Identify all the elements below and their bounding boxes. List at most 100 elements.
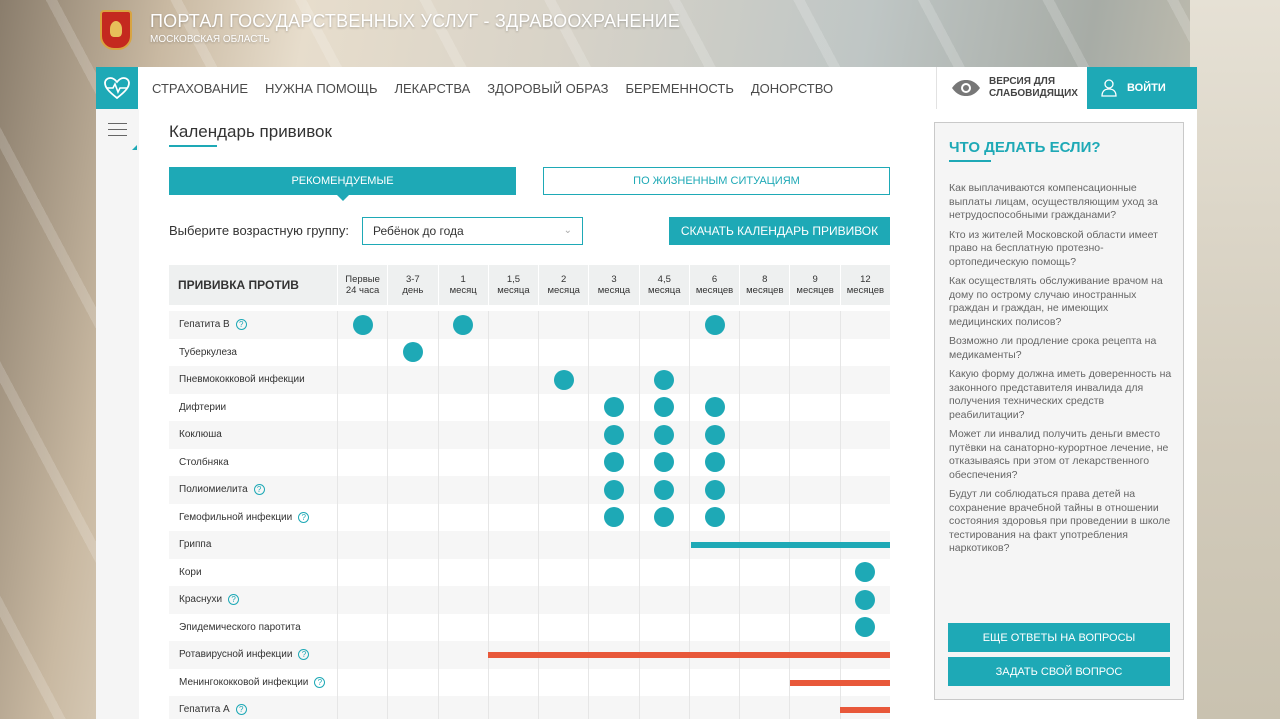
vaccination-dot[interactable] [453,314,474,335]
schedule-cell [789,366,839,394]
help-icon[interactable]: ? [235,704,247,716]
heart-logo-icon[interactable] [96,67,138,109]
main-content: Календарь прививок РЕКОМЕНДУЕМЫЕ ПО ЖИЗН… [139,109,920,719]
schedule-cell [638,558,689,586]
vaccination-dot[interactable] [553,369,574,390]
vaccination-dot[interactable] [704,507,725,528]
vaccine-name: Эпидемического паротита [179,621,301,633]
download-calendar-button[interactable]: СКАЧАТЬ КАЛЕНДАРЬ ПРИВИВОК [669,217,890,245]
vaccine-name: Менингококковой инфекции? [169,669,337,697]
vaccination-dot[interactable] [603,424,624,445]
schedule-cell [638,311,689,339]
vaccination-dot[interactable] [855,562,876,583]
vaccination-dot[interactable] [654,424,675,445]
vaccination-dot[interactable] [704,424,725,445]
schedule-cell [437,641,488,669]
vaccination-dot[interactable] [654,452,675,473]
nav-link-0[interactable]: СТРАХОВАНИЕ [152,81,248,96]
vaccination-dot[interactable] [603,397,624,418]
schedule-cell [336,613,387,641]
vaccination-dot[interactable] [654,479,675,500]
schedule-cell [588,696,638,719]
question-link[interactable]: Будут ли соблюдаться права детей на сохр… [949,488,1174,556]
vaccine-name: Гриппа [179,539,212,551]
vaccination-dot[interactable] [704,314,725,335]
table-row: Гепатита В? [169,311,890,339]
nav-link-4[interactable]: БЕРЕМЕННОСТЬ [626,81,734,96]
help-icon[interactable]: ? [228,594,240,606]
age-column-header: 12 месяцев [839,265,890,305]
schedule-cell [688,613,739,641]
brand-header[interactable]: ПОРТАЛ ГОСУДАРСТВЕННЫХ УСЛУГ - ЗДРАВООХР… [100,10,680,50]
schedule-cell [638,613,689,641]
schedule-cell [487,393,538,421]
hamburger-menu-icon[interactable] [108,123,127,141]
vaccination-dot[interactable] [855,617,876,638]
vaccination-period-bar[interactable] [789,679,891,686]
schedule-cell [839,421,890,449]
question-link[interactable]: Может ли инвалид получить деньги вместо … [949,428,1174,482]
schedule-cell [588,421,638,449]
question-link[interactable]: Возможно ли продление срока рецепта на м… [949,335,1174,362]
nav-link-3[interactable]: ЗДОРОВЫЙ ОБРАЗ [487,81,608,96]
question-link[interactable]: Какую форму должна иметь доверенность на… [949,368,1174,422]
schedule-cell [538,531,588,559]
schedule-cell [538,613,588,641]
eye-icon [952,80,980,96]
vaccination-dot[interactable] [603,507,624,528]
nav-link-5[interactable]: ДОНОРСТВО [751,81,833,96]
question-link[interactable]: Кто из жителей Московской области имеет … [949,229,1174,270]
vaccination-period-bar[interactable] [691,542,891,548]
table-row: Туберкулеза [169,338,890,366]
vaccination-dot[interactable] [704,397,725,418]
vaccination-dot[interactable] [855,589,876,610]
table-row: Полиомиелита? [169,476,890,504]
schedule-cell [387,696,437,719]
schedule-cell [688,366,739,394]
vaccination-table: ПРИВИВКА ПРОТИВ Первые 24 часа 3-7 день 1 мес… [169,265,891,719]
question-link[interactable]: Как выплачиваются компенсационные выплат… [949,182,1174,223]
login-button[interactable]: ВОЙТИ [1087,67,1197,109]
tab-life-situations[interactable]: ПО ЖИЗНЕННЫМ СИТУАЦИЯМ [543,167,890,195]
age-column-header: 1,5 месяца [487,265,538,305]
nav-link-1[interactable]: НУЖНА ПОМОЩЬ [265,81,377,96]
vaccination-dot[interactable] [654,397,675,418]
help-icon[interactable]: ? [253,484,265,496]
schedule-cell [789,311,839,339]
help-icon[interactable]: ? [298,511,310,523]
schedule-cell [487,613,538,641]
vaccination-dot[interactable] [402,342,423,363]
age-group-select[interactable]: Ребёнок до года ⌄ [362,217,583,245]
age-column-header: 9 месяцев [789,265,839,305]
vaccination-dot[interactable] [603,479,624,500]
question-link[interactable]: Как осуществлять обслуживание врачом на … [949,275,1174,329]
ask-question-button[interactable]: ЗАДАТЬ СВОЙ ВОПРОС [948,657,1170,686]
schedule-cell [437,393,488,421]
nav-link-2[interactable]: ЛЕКАРСТВА [394,81,470,96]
schedule-cell [387,338,437,366]
schedule-cell [789,558,839,586]
schedule-cell [588,338,638,366]
low-vision-version-button[interactable]: ВЕРСИЯ ДЛЯ СЛАБОВИДЯЩИХ [936,67,1086,109]
age-column-header: 3-7 день [387,265,437,305]
vaccine-name: Коклюша [179,429,222,441]
more-answers-button[interactable]: ЕЩЕ ОТВЕТЫ НА ВОПРОСЫ [948,623,1170,652]
schedule-cell [789,696,839,719]
table-header: ПРИВИВКА ПРОТИВ Первые 24 часа 3-7 день 1 мес… [169,265,890,305]
help-icon[interactable]: ? [298,649,310,661]
schedule-cell [387,531,437,559]
table-row: Гемофильной инфекции? [169,503,890,531]
vaccination-dot[interactable] [603,452,624,473]
vaccination-dot[interactable] [654,507,675,528]
vaccination-dot[interactable] [704,479,725,500]
schedule-cell [588,531,638,559]
tab-recommended[interactable]: РЕКОМЕНДУЕМЫЕ [169,167,516,201]
vaccination-dot[interactable] [352,314,373,335]
help-icon[interactable]: ? [235,319,247,331]
schedule-cell [839,558,890,586]
vaccination-period-bar[interactable] [840,707,891,713]
vaccination-period-bar[interactable] [487,652,891,658]
vaccination-dot[interactable] [704,452,725,473]
vaccination-dot[interactable] [654,369,675,390]
help-icon[interactable]: ? [314,676,326,688]
